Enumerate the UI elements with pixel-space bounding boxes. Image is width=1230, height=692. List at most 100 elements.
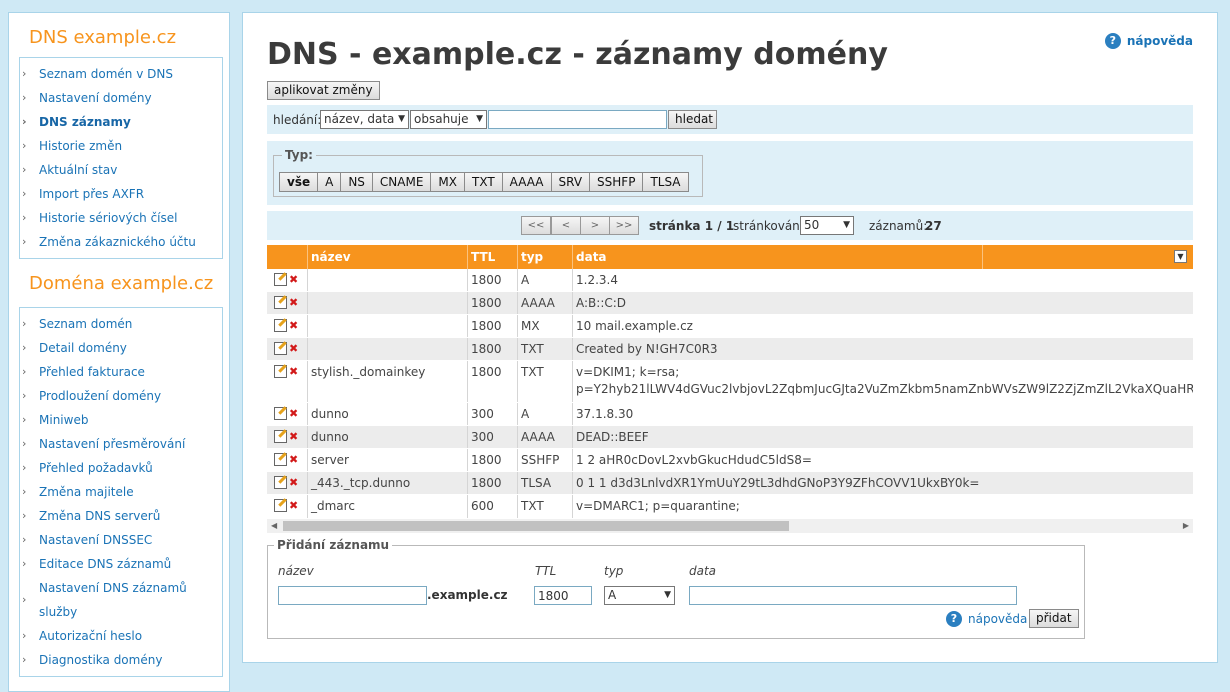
cell-name: dunno <box>307 403 467 425</box>
type-button-sshfp[interactable]: SSHFP <box>589 172 644 192</box>
add-record-button[interactable]: přidat <box>1029 609 1079 628</box>
table-row[interactable]: ✖ _443._tcp.dunno 1800 TLSA 0 1 1 d3d3Ln… <box>267 472 1193 495</box>
sidebar-item-edit-dns-records[interactable]: Editace DNS záznamů <box>20 552 222 576</box>
pager-next-button[interactable]: > <box>580 216 610 235</box>
add-type-select[interactable]: A ▼ <box>604 586 675 605</box>
column-menu-icon[interactable]: ▼ <box>1174 250 1187 263</box>
help-link-label: nápověda <box>968 612 1028 626</box>
table-row[interactable]: ✖ 1800 A 1.2.3.4 <box>267 269 1193 292</box>
cell-data: 0 1 1 d3d3LnlvdXR1YmUuY29tL3dhdGNoP3Y9ZF… <box>572 472 1193 494</box>
edit-icon[interactable] <box>274 296 287 309</box>
edit-icon[interactable] <box>274 342 287 355</box>
edit-icon[interactable] <box>274 407 287 420</box>
edit-icon[interactable] <box>274 365 287 378</box>
sidebar-item-billing[interactable]: Přehled fakturace <box>20 360 222 384</box>
sidebar-item-renewal[interactable]: Prodloužení domény <box>20 384 222 408</box>
per-page-select[interactable]: 50 ▼ <box>800 216 854 235</box>
sidebar-item-domain-detail[interactable]: Detail domény <box>20 336 222 360</box>
table-row[interactable]: ✖ 1800 TXT Created by N!GH7C0R3 <box>267 338 1193 361</box>
horizontal-scrollbar[interactable]: ◀ ▶ <box>267 519 1193 533</box>
sidebar-item-service-dns-records[interactable]: Nastavení DNS záznamů služby <box>20 576 222 624</box>
edit-icon[interactable] <box>274 273 287 286</box>
pager-first-button[interactable]: << <box>521 216 551 235</box>
table-row[interactable]: ✖ server 1800 SSHFP 1 2 aHR0cDovL2xvbGku… <box>267 449 1193 472</box>
help-link-top[interactable]: ? nápověda <box>1104 33 1193 49</box>
delete-icon[interactable]: ✖ <box>289 499 298 512</box>
sidebar-item-diagnostics[interactable]: Diagnostika domény <box>20 648 222 672</box>
sidebar-item-change-history[interactable]: Historie změn <box>20 134 222 158</box>
type-filter-fieldset: Typ: vše A NS CNAME MX TXT AAAA SRV SSHF… <box>273 148 703 197</box>
table-row[interactable]: ✖ dunno 300 AAAA DEAD::BEEF <box>267 426 1193 449</box>
delete-icon[interactable]: ✖ <box>289 296 298 309</box>
sidebar-item-auth-password[interactable]: Autorizační heslo <box>20 624 222 648</box>
search-input[interactable] <box>488 110 667 129</box>
sidebar-item-change-dns-servers[interactable]: Změna DNS serverů <box>20 504 222 528</box>
header-data[interactable]: data <box>572 245 982 269</box>
type-button-srv[interactable]: SRV <box>550 172 591 192</box>
sidebar-item-current-state[interactable]: Aktuální stav <box>20 158 222 182</box>
add-name-input[interactable] <box>278 586 427 605</box>
edit-icon[interactable] <box>274 499 287 512</box>
sidebar-section-title-dns: DNS example.cz <box>29 27 177 48</box>
scroll-left-icon[interactable]: ◀ <box>271 519 277 533</box>
type-button-all[interactable]: vše <box>279 172 319 192</box>
search-button[interactable]: hledat <box>668 110 717 129</box>
cell-ttl: 300 <box>467 403 517 425</box>
sidebar-item-change-account[interactable]: Změna zákaznického účtu <box>20 230 222 254</box>
header-ttl[interactable]: TTL <box>467 245 517 269</box>
apply-changes-button[interactable]: aplikovat změny <box>267 81 380 100</box>
pager-prev-button[interactable]: < <box>551 216 581 235</box>
edit-icon[interactable] <box>274 453 287 466</box>
type-filter-legend: Typ: <box>282 148 316 162</box>
delete-icon[interactable]: ✖ <box>289 319 298 332</box>
type-button-aaaa[interactable]: AAAA <box>501 172 552 192</box>
sidebar-item-miniweb[interactable]: Miniweb <box>20 408 222 432</box>
add-data-input[interactable] <box>689 586 1017 605</box>
edit-icon[interactable] <box>274 430 287 443</box>
type-button-txt[interactable]: TXT <box>464 172 503 192</box>
sidebar-item-change-owner[interactable]: Změna majitele <box>20 480 222 504</box>
sidebar-item-dns-records[interactable]: DNS záznamy <box>20 110 222 134</box>
type-button-a[interactable]: A <box>317 172 342 192</box>
header-type[interactable]: typ <box>517 245 572 269</box>
header-actions <box>267 245 307 269</box>
delete-icon[interactable]: ✖ <box>289 430 298 443</box>
search-mode-select[interactable]: obsahuje ▼ <box>410 110 487 129</box>
table-row[interactable]: ✖ stylish._domainkey 1800 TXT v=DKIM1; k… <box>267 361 1193 403</box>
scroll-right-icon[interactable]: ▶ <box>1183 519 1189 533</box>
delete-icon[interactable]: ✖ <box>289 407 298 420</box>
sidebar-item-axfr-import[interactable]: Import přes AXFR <box>20 182 222 206</box>
cell-type: AAAA <box>517 292 572 314</box>
sidebar-item-dnssec[interactable]: Nastavení DNSSEC <box>20 528 222 552</box>
add-ttl-input[interactable]: 1800 <box>534 586 592 605</box>
cell-type: TXT <box>517 361 572 402</box>
delete-icon[interactable]: ✖ <box>289 365 298 378</box>
sidebar-item-domain-list-dns[interactable]: Seznam domén v DNS <box>20 62 222 86</box>
edit-icon[interactable] <box>274 319 287 332</box>
delete-icon[interactable]: ✖ <box>289 476 298 489</box>
type-button-ns[interactable]: NS <box>340 172 373 192</box>
sidebar-item-requests[interactable]: Přehled požadavků <box>20 456 222 480</box>
search-field-select[interactable]: název, data ▼ <box>320 110 409 129</box>
help-link-bottom[interactable]: ? nápověda <box>946 611 1027 627</box>
delete-icon[interactable]: ✖ <box>289 273 298 286</box>
delete-icon[interactable]: ✖ <box>289 342 298 355</box>
type-button-tlsa[interactable]: TLSA <box>642 172 689 192</box>
cell-ttl: 1800 <box>467 269 517 291</box>
type-button-cname[interactable]: CNAME <box>371 172 432 192</box>
header-name[interactable]: název <box>307 245 467 269</box>
sidebar-item-redirect[interactable]: Nastavení přesměrování <box>20 432 222 456</box>
table-row[interactable]: ✖ 1800 MX 10 mail.example.cz <box>267 315 1193 338</box>
delete-icon[interactable]: ✖ <box>289 453 298 466</box>
pager-last-button[interactable]: >> <box>609 216 639 235</box>
table-row[interactable]: ✖ _dmarc 600 TXT v=DMARC1; p=quarantine; <box>267 495 1193 519</box>
sidebar-item-domain-settings[interactable]: Nastavení domény <box>20 86 222 110</box>
table-row[interactable]: ✖ dunno 300 A 37.1.8.30 <box>267 403 1193 426</box>
table-row[interactable]: ✖ 1800 AAAA A:B::C:D <box>267 292 1193 315</box>
type-button-mx[interactable]: MX <box>430 172 465 192</box>
edit-icon[interactable] <box>274 476 287 489</box>
sidebar-item-serial-history[interactable]: Historie sériových čísel <box>20 206 222 230</box>
type-filter-panel: Typ: vše A NS CNAME MX TXT AAAA SRV SSHF… <box>267 141 1193 205</box>
sidebar-item-domain-list[interactable]: Seznam domén <box>20 312 222 336</box>
scrollbar-thumb[interactable] <box>283 521 789 531</box>
